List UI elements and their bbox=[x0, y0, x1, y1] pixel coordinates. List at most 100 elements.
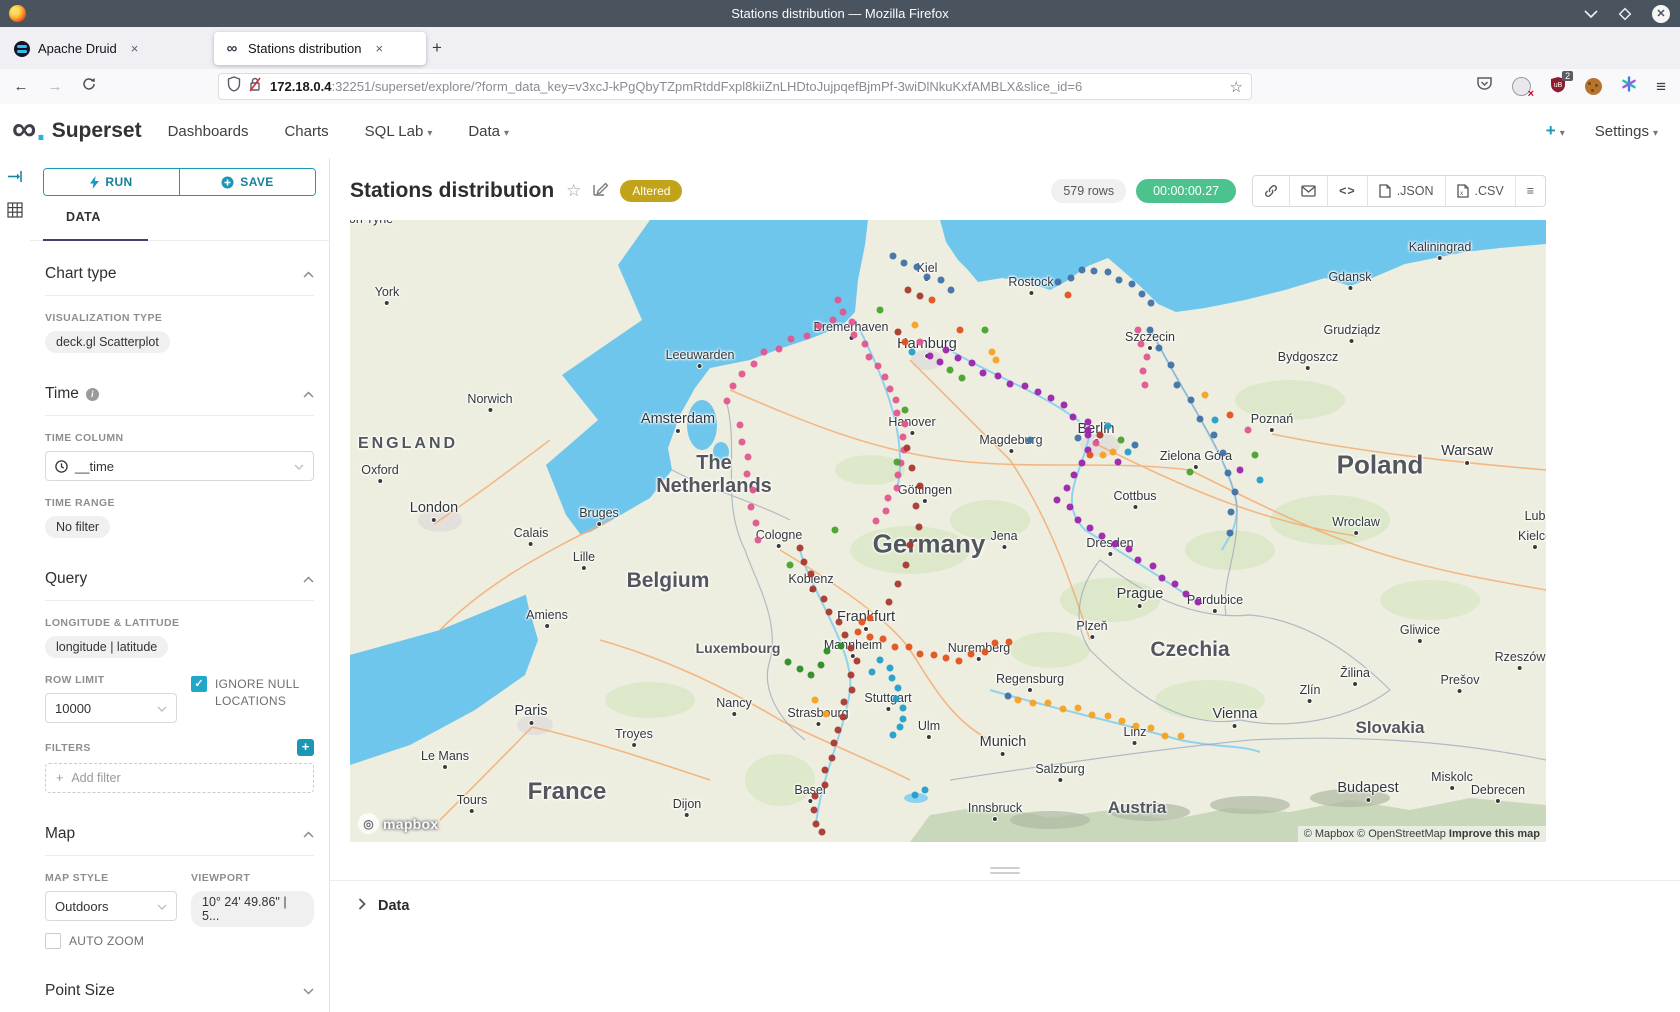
bookmark-star-icon[interactable]: ☆ bbox=[1230, 78, 1243, 96]
reload-button[interactable] bbox=[76, 74, 102, 100]
back-button[interactable]: ← bbox=[8, 74, 34, 100]
cookie-extension-icon[interactable] bbox=[1585, 78, 1602, 95]
station-point bbox=[1133, 723, 1140, 730]
auto-zoom-checkbox-row[interactable]: AUTO ZOOM bbox=[45, 933, 177, 950]
json-export-button[interactable]: .JSON bbox=[1367, 176, 1445, 206]
checkbox-checked-icon[interactable]: ✓ bbox=[191, 676, 207, 692]
section-query[interactable]: Query bbox=[45, 568, 314, 590]
station-point bbox=[899, 715, 906, 722]
favorite-star-icon[interactable]: ☆ bbox=[566, 181, 581, 201]
chevron-up-icon[interactable] bbox=[303, 825, 314, 843]
chevron-up-icon[interactable] bbox=[303, 385, 314, 403]
edit-properties-icon[interactable] bbox=[593, 181, 608, 201]
station-point bbox=[1252, 452, 1259, 459]
shield-icon[interactable] bbox=[227, 76, 241, 97]
share-link-button[interactable] bbox=[1253, 176, 1289, 206]
station-point bbox=[738, 371, 745, 378]
station-point bbox=[957, 327, 964, 334]
time-range-value[interactable]: No filter bbox=[45, 516, 110, 538]
collapse-panel-icon[interactable] bbox=[7, 170, 30, 188]
station-point bbox=[1177, 732, 1184, 739]
station-point bbox=[1029, 700, 1036, 707]
map-style-select[interactable]: Outdoors bbox=[45, 891, 177, 921]
forward-button[interactable]: → bbox=[42, 74, 68, 100]
url-bar[interactable]: 172.18.0.4:32251/superset/explore/?form_… bbox=[218, 73, 1252, 100]
window-close-button[interactable]: ✕ bbox=[1652, 5, 1670, 23]
active-tab-underline bbox=[43, 239, 148, 241]
add-new-button[interactable]: +▾ bbox=[1546, 121, 1565, 141]
station-point bbox=[913, 503, 920, 510]
add-filter-plus-button[interactable]: + bbox=[297, 739, 314, 756]
mapbox-logo[interactable]: ◎ mapbox bbox=[358, 813, 438, 834]
asterisk-extension-icon[interactable] bbox=[1621, 76, 1637, 97]
run-button[interactable]: RUN bbox=[44, 169, 179, 195]
chevron-down-icon[interactable] bbox=[303, 982, 314, 1000]
tab-label: Stations distribution bbox=[248, 41, 361, 56]
insecure-lock-icon[interactable] bbox=[248, 76, 262, 97]
chevron-down-icon: ▾ bbox=[427, 128, 432, 139]
window-maximize-button[interactable] bbox=[1618, 7, 1632, 21]
station-point bbox=[927, 353, 934, 360]
station-point bbox=[1093, 440, 1100, 447]
panel-resize-handle[interactable] bbox=[990, 864, 1020, 877]
station-point bbox=[800, 558, 807, 565]
row-limit-select[interactable]: 10000 bbox=[45, 693, 177, 723]
extension-disabled-icon[interactable] bbox=[1512, 77, 1531, 96]
station-point bbox=[877, 657, 884, 664]
tab-close-icon[interactable]: × bbox=[131, 41, 139, 56]
tab-close-icon[interactable]: × bbox=[375, 41, 383, 56]
ignore-null-checkbox-row[interactable]: ✓ IGNORE NULL LOCATIONS bbox=[191, 676, 314, 710]
pocket-icon[interactable] bbox=[1476, 76, 1493, 97]
station-point bbox=[1111, 540, 1118, 547]
dataset-grid-icon[interactable] bbox=[7, 202, 30, 223]
add-filter-input[interactable]: + Add filter bbox=[45, 763, 314, 793]
viewport-value[interactable]: 10° 24' 49.86" | 5... bbox=[191, 891, 314, 927]
station-point bbox=[832, 527, 839, 534]
station-point bbox=[848, 319, 855, 326]
nav-dashboards[interactable]: Dashboards bbox=[168, 123, 249, 140]
viz-type-label: VISUALIZATION TYPE bbox=[45, 312, 314, 324]
lonlat-value[interactable]: longitude | latitude bbox=[45, 636, 168, 658]
browser-menu-icon[interactable]: ≡ bbox=[1656, 77, 1666, 97]
viz-type-value[interactable]: deck.gl Scatterplot bbox=[45, 331, 170, 353]
station-point bbox=[1161, 732, 1168, 739]
email-button[interactable] bbox=[1289, 176, 1327, 206]
results-collapse-header[interactable]: Data bbox=[330, 880, 1680, 915]
section-time[interactable]: Time i bbox=[45, 383, 314, 405]
tab-stations-distribution[interactable]: ∞ Stations distribution × bbox=[214, 32, 426, 65]
url-text[interactable]: 172.18.0.4:32251/superset/explore/?form_… bbox=[270, 79, 1230, 94]
nav-charts[interactable]: Charts bbox=[284, 123, 328, 140]
save-button[interactable]: SAVE bbox=[179, 169, 315, 195]
screen: Stations distribution — Mozilla Firefox … bbox=[0, 0, 1680, 1012]
adblock-shield-icon[interactable]: uB 2 bbox=[1550, 76, 1566, 98]
chart-menu-button[interactable]: ≡ bbox=[1515, 176, 1545, 206]
nav-data[interactable]: Data▾ bbox=[468, 123, 509, 140]
checkbox-unchecked-icon[interactable] bbox=[45, 933, 61, 949]
station-point bbox=[994, 372, 1001, 379]
csv-export-button[interactable]: x .CSV bbox=[1445, 176, 1515, 206]
station-point bbox=[915, 523, 922, 530]
station-point bbox=[745, 454, 752, 461]
nav-sql-lab[interactable]: SQL Lab▾ bbox=[365, 123, 433, 140]
map-canvas[interactable]: ENGLANDTheNetherlandsBelgiumFranceGerman… bbox=[350, 220, 1546, 842]
superset-brand[interactable]: ∞. Superset bbox=[12, 116, 142, 146]
new-tab-button[interactable]: + bbox=[424, 35, 450, 61]
tab-data[interactable]: DATA bbox=[66, 210, 101, 224]
section-point-size[interactable]: Point Size bbox=[45, 980, 314, 1002]
window-minimize-button[interactable] bbox=[1584, 10, 1598, 18]
add-filter-placeholder: Add filter bbox=[71, 771, 120, 785]
station-point bbox=[1148, 299, 1155, 306]
improve-map-link[interactable]: Improve this map bbox=[1449, 828, 1540, 840]
station-point bbox=[1237, 467, 1244, 474]
station-point bbox=[891, 643, 898, 650]
tab-apache-druid[interactable]: Apache Druid × bbox=[4, 32, 214, 65]
station-point bbox=[1174, 382, 1181, 389]
embed-code-button[interactable]: <> bbox=[1327, 176, 1367, 206]
section-map[interactable]: Map bbox=[45, 823, 314, 845]
section-chart-type[interactable]: Chart type bbox=[45, 263, 314, 285]
time-column-select[interactable]: __time bbox=[45, 451, 314, 481]
chevron-up-icon[interactable] bbox=[303, 570, 314, 588]
station-point bbox=[887, 665, 894, 672]
settings-menu[interactable]: Settings▾ bbox=[1595, 123, 1658, 140]
chevron-up-icon[interactable] bbox=[303, 265, 314, 283]
